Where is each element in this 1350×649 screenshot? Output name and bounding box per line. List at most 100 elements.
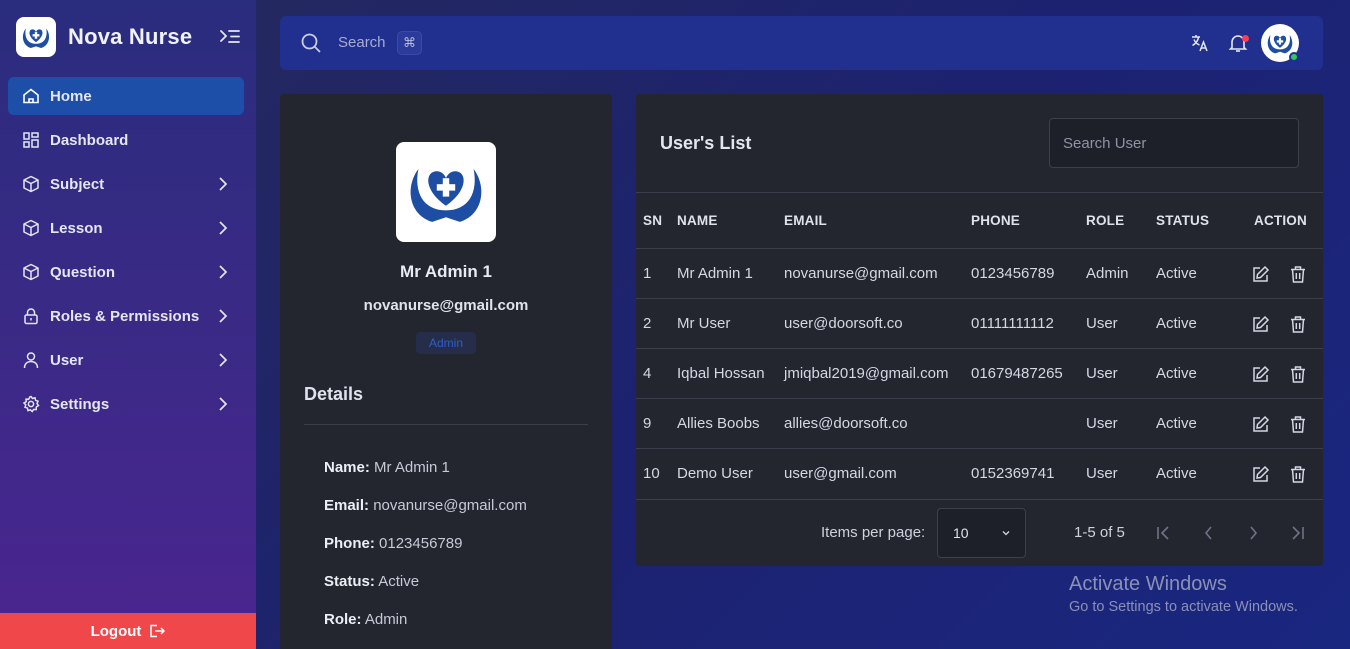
cell-role: User: [1086, 415, 1118, 432]
cell-role: Admin: [1086, 265, 1129, 282]
chevron-right-icon: [219, 265, 228, 279]
brand-logo: [16, 17, 56, 57]
sidebar-item-dashboard[interactable]: Dashboard: [8, 121, 244, 159]
table-row: 4 Iqbal Hossan jmiqbal2019@gmail.com 016…: [636, 348, 1323, 398]
divider: [636, 499, 1323, 500]
divider: [636, 192, 1323, 193]
cube-icon: [22, 263, 40, 281]
detail-label: Name:: [324, 459, 370, 476]
brand[interactable]: Nova Nurse: [16, 16, 192, 58]
cell-phone: 0123456789: [971, 265, 1055, 282]
edit-icon[interactable]: [1249, 263, 1271, 285]
sidebar-item-lesson[interactable]: Lesson: [8, 209, 244, 247]
activation-watermark-subtitle: Go to Settings to activate Windows.: [1069, 599, 1298, 615]
first-page-icon[interactable]: [1153, 522, 1175, 544]
trash-icon[interactable]: [1287, 463, 1309, 485]
detail-value: novanurse@gmail.com: [373, 497, 527, 514]
notification-dot: [1242, 35, 1249, 42]
pagination-range: 1-5 of 5: [1074, 524, 1125, 541]
cell-name: Mr User: [677, 315, 731, 332]
activation-watermark-title: Activate Windows: [1069, 573, 1227, 595]
search-input[interactable]: Search: [338, 34, 386, 51]
cell-status: Active: [1156, 315, 1197, 332]
users-card: User's List SN NAME EMAIL PHONE ROLE STA…: [636, 94, 1323, 566]
cell-sn: 1: [643, 265, 652, 282]
sidebar-item-settings[interactable]: Settings: [8, 385, 244, 423]
column-header-name: NAME: [677, 213, 718, 228]
detail-label: Role:: [324, 611, 362, 628]
items-per-page-select[interactable]: 10: [937, 508, 1026, 558]
detail-value: Active: [378, 573, 420, 590]
users-list-title: User's List: [660, 133, 752, 153]
brand-name: Nova Nurse: [68, 24, 193, 49]
search-user-input[interactable]: [1049, 118, 1299, 168]
translate-icon[interactable]: [1190, 33, 1210, 53]
next-page-icon[interactable]: [1242, 522, 1264, 544]
table-row: 9 Allies Boobs allies@doorsoft.co User A…: [636, 398, 1323, 448]
search-icon[interactable]: [300, 32, 322, 54]
cell-sn: 2: [643, 315, 652, 332]
edit-icon[interactable]: [1249, 363, 1271, 385]
sidebar-item-home[interactable]: Home: [8, 77, 244, 115]
column-header-email: EMAIL: [784, 213, 827, 228]
trash-icon[interactable]: [1287, 413, 1309, 435]
divider: [304, 424, 588, 425]
detail-status: Status: Active: [324, 573, 419, 590]
detail-name: Name: Mr Admin 1: [324, 459, 450, 476]
trash-icon[interactable]: [1287, 313, 1309, 335]
search-shortcut-badge: ⌘: [397, 31, 422, 55]
previous-page-icon[interactable]: [1198, 522, 1220, 544]
column-header-status: STATUS: [1156, 213, 1210, 228]
cell-email: jmiqbal2019@gmail.com: [784, 365, 949, 382]
edit-icon[interactable]: [1249, 463, 1271, 485]
table-row: 1 Mr Admin 1 novanurse@gmail.com 0123456…: [636, 248, 1323, 298]
sidebar-nav: Home Dashboard Subject Lesson Question R…: [8, 77, 244, 429]
cell-role: User: [1086, 365, 1118, 382]
sidebar: Nova Nurse Home Dashboard Subject Lesson…: [0, 0, 256, 649]
cell-status: Active: [1156, 265, 1197, 282]
detail-value: Mr Admin 1: [374, 459, 450, 476]
chevron-right-icon: [219, 353, 228, 367]
column-header-action: ACTION: [1254, 213, 1307, 228]
chevron-right-icon: [219, 177, 228, 191]
home-icon: [22, 87, 40, 105]
sidebar-item-user[interactable]: User: [8, 341, 244, 379]
cell-name: Demo User: [677, 465, 753, 482]
profile-card: Mr Admin 1 novanurse@gmail.com Admin Det…: [280, 94, 612, 649]
table-row: 2 Mr User user@doorsoft.co 01111111112 U…: [636, 298, 1323, 348]
cube-icon: [22, 219, 40, 237]
column-header-role: ROLE: [1086, 213, 1125, 228]
cell-name: Allies Boobs: [677, 415, 760, 432]
gear-icon: [22, 395, 40, 413]
cell-status: Active: [1156, 415, 1197, 432]
topbar: Search ⌘: [280, 16, 1323, 70]
last-page-icon[interactable]: [1286, 522, 1308, 544]
edit-icon[interactable]: [1249, 313, 1271, 335]
chevron-right-icon: [219, 221, 228, 235]
trash-icon[interactable]: [1287, 363, 1309, 385]
online-status-dot: [1289, 52, 1299, 62]
chevron-down-icon: [1002, 531, 1010, 536]
cell-email: user@gmail.com: [784, 465, 897, 482]
trash-icon[interactable]: [1287, 263, 1309, 285]
sidebar-item-question[interactable]: Question: [8, 253, 244, 291]
collapse-sidebar-icon[interactable]: [218, 26, 242, 48]
detail-label: Email:: [324, 497, 370, 514]
sidebar-item-roles-permissions[interactable]: Roles & Permissions: [8, 297, 244, 335]
cube-icon: [22, 175, 40, 193]
detail-value: Admin: [364, 611, 408, 628]
logout-button[interactable]: Logout: [0, 613, 256, 649]
chevron-right-icon: [219, 309, 228, 323]
detail-role: Role: Admin: [324, 611, 407, 628]
edit-icon[interactable]: [1249, 413, 1271, 435]
sidebar-item-subject[interactable]: Subject: [8, 165, 244, 203]
cell-phone: 0152369741: [971, 465, 1055, 482]
detail-label: Phone:: [324, 535, 375, 552]
logout-icon: [150, 624, 166, 638]
detail-phone: Phone: 0123456789: [324, 535, 462, 552]
cell-role: User: [1086, 315, 1118, 332]
role-badge: Admin: [416, 332, 476, 354]
sidebar-item-label: Subject: [50, 175, 105, 193]
user-icon: [22, 351, 40, 369]
sidebar-item-label: Dashboard: [50, 131, 129, 149]
